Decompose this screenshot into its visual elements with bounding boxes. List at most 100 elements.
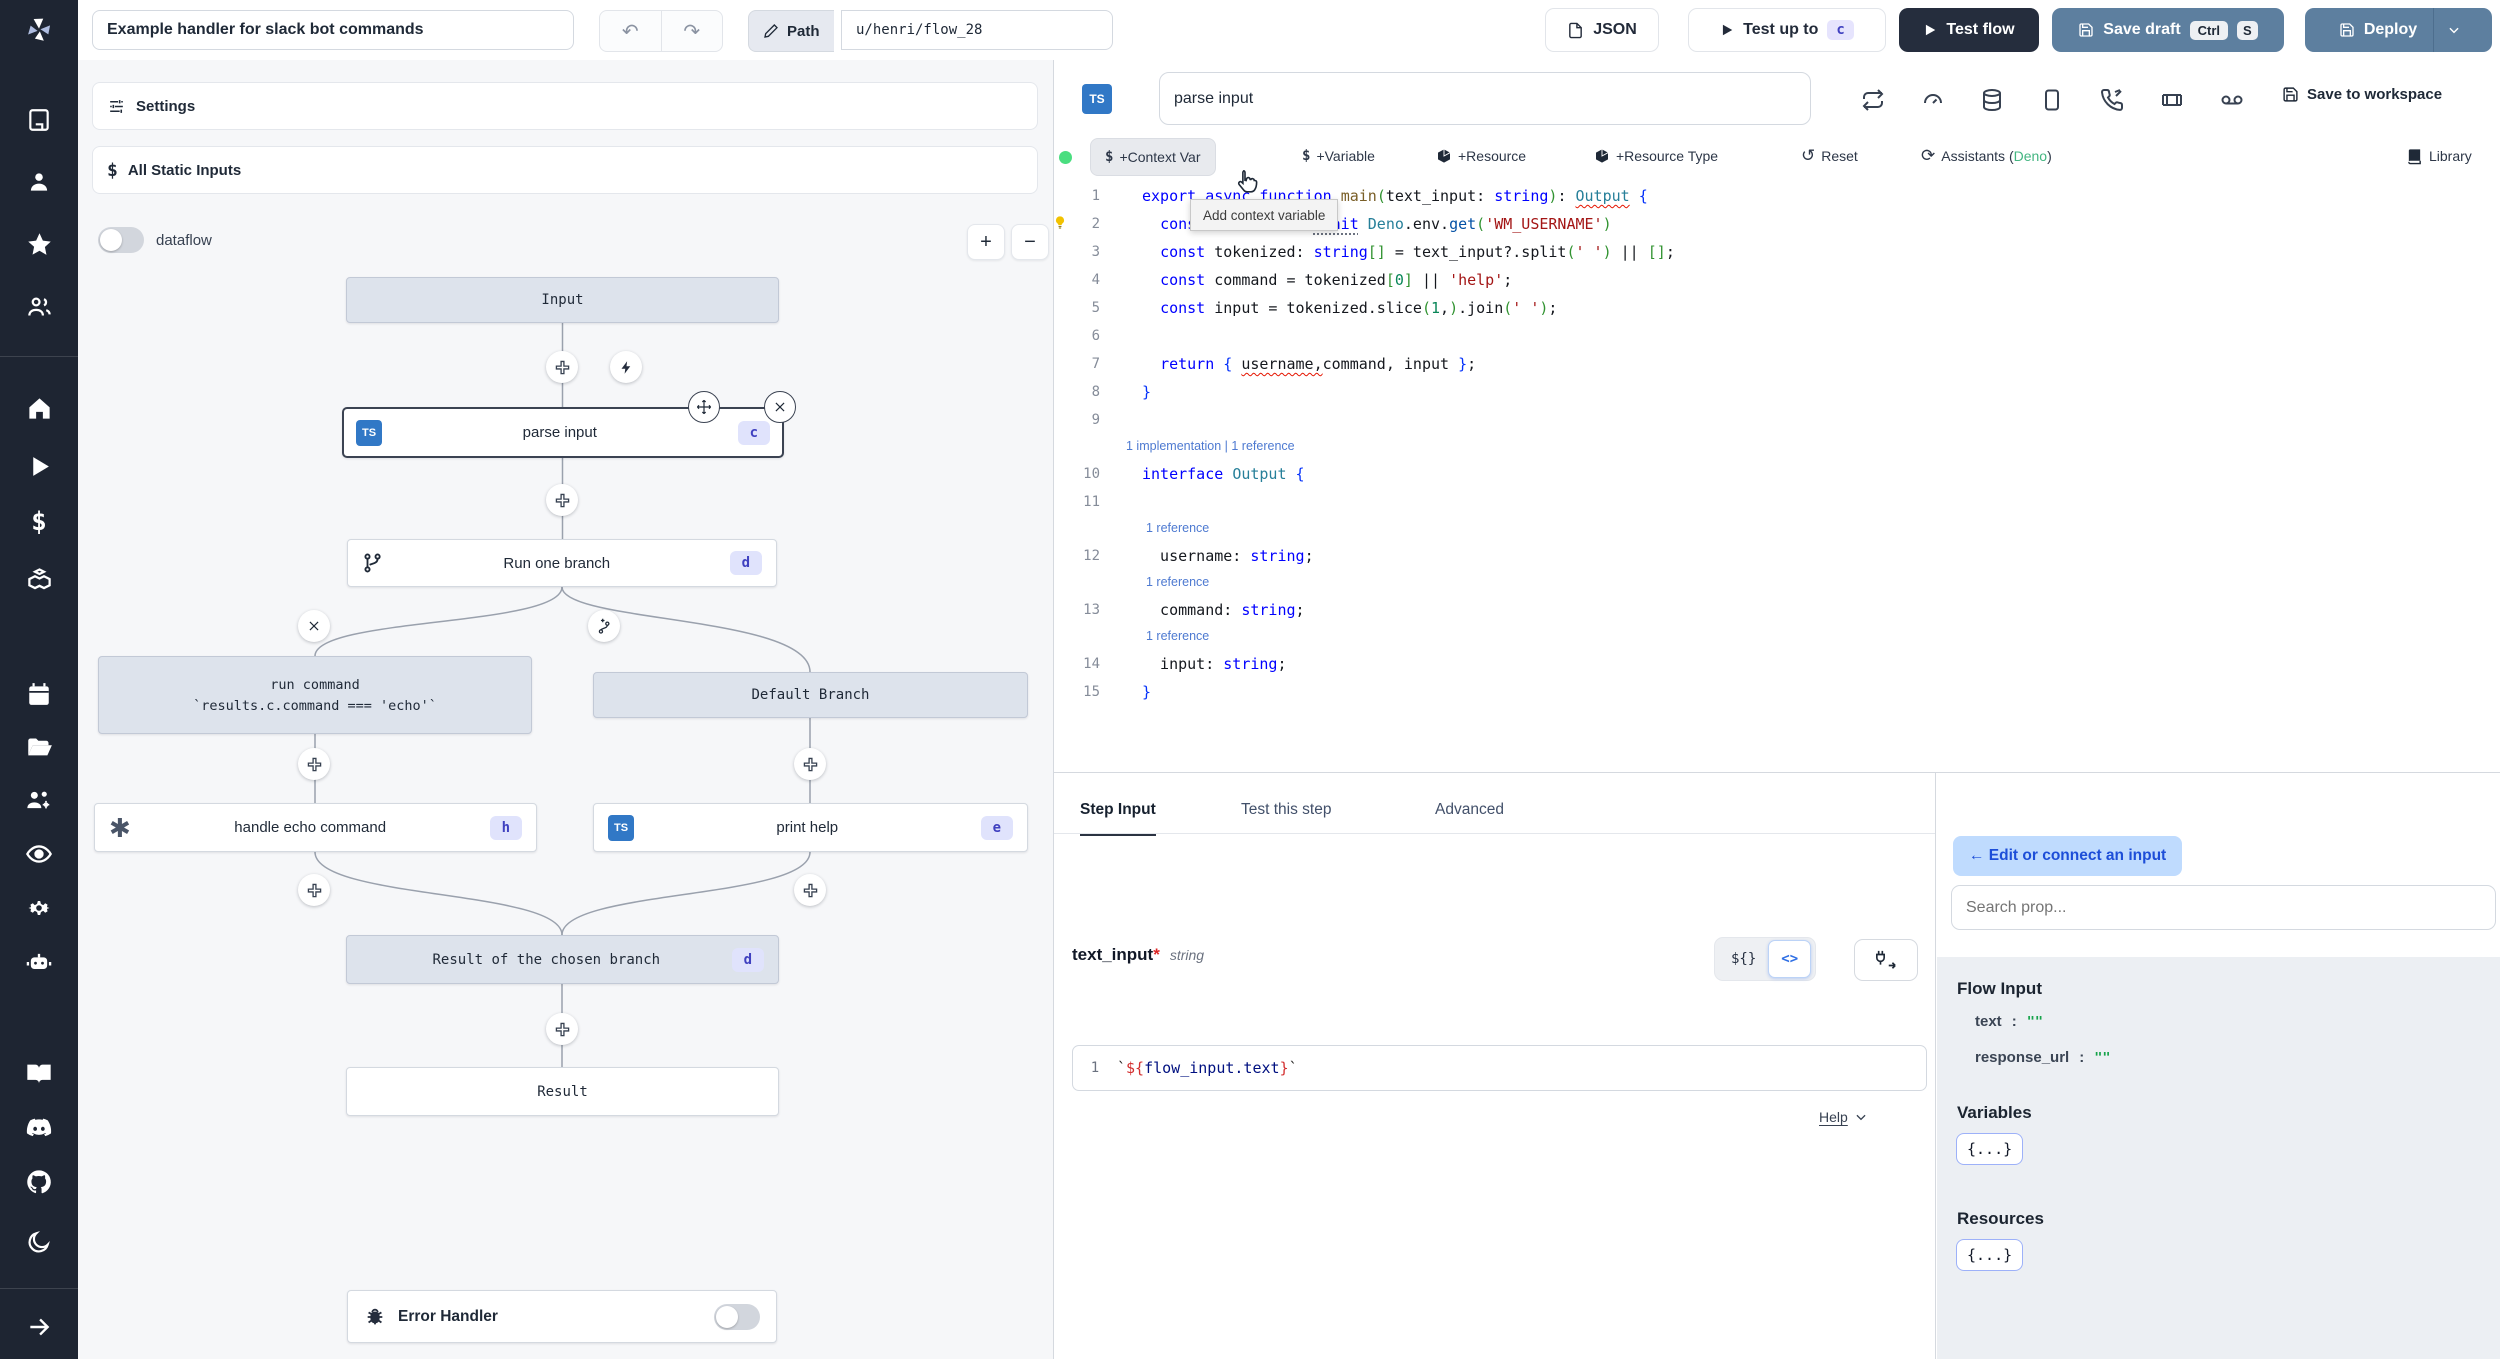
sidebar-item-resources[interactable]: [0, 556, 78, 600]
move-node-button[interactable]: [688, 391, 720, 423]
add-step-button[interactable]: [298, 874, 330, 906]
prop-row-response-url[interactable]: response_url: "": [1975, 1049, 2110, 1066]
lightbulb-icon[interactable]: [1052, 215, 1068, 231]
add-resource-button[interactable]: +Resource: [1436, 138, 1526, 174]
codelens[interactable]: 1 reference: [1054, 516, 2500, 542]
path-input[interactable]: [841, 10, 1113, 50]
sidebar-item-home[interactable]: [0, 386, 78, 430]
zoom-in-button[interactable]: +: [967, 224, 1005, 260]
codelens[interactable]: 1 implementation | 1 reference: [1054, 434, 2500, 460]
sidebar-item-dark-mode[interactable]: [0, 1220, 78, 1264]
node-default-branch[interactable]: Default Branch: [593, 672, 1028, 718]
sidebar-item-variables[interactable]: $: [0, 500, 78, 544]
add-step-button[interactable]: [794, 748, 826, 780]
add-step-button[interactable]: [546, 484, 578, 516]
codelens[interactable]: 1 reference: [1054, 624, 2500, 650]
test-flow-button[interactable]: Test flow: [1899, 8, 2039, 52]
code-editor[interactable]: 1 export async function main(text_input: …: [1054, 182, 2500, 772]
node-branch-result[interactable]: Result of the chosen branch d: [346, 935, 779, 984]
all-static-inputs-button[interactable]: $ All Static Inputs: [92, 146, 1038, 194]
sidebar-item-schedules[interactable]: [0, 672, 78, 716]
phone-incoming-icon[interactable]: [2100, 88, 2124, 112]
deploy-button[interactable]: Deploy: [2323, 8, 2433, 52]
sidebar-item-favorites[interactable]: [0, 222, 78, 266]
code-text: const tokenized: string[] = text_input?.…: [1160, 243, 1675, 261]
voicemail-icon[interactable]: [2220, 88, 2244, 112]
deploy-dropdown-button[interactable]: [2434, 8, 2474, 52]
sidebar-item-audit-logs[interactable]: [0, 832, 78, 876]
sidebar-item-discord[interactable]: [0, 1106, 78, 1150]
edit-or-connect-button[interactable]: ← Edit or connect an input: [1953, 836, 2183, 876]
node-handle-echo-command[interactable]: ✱ handle echo command h: [94, 803, 537, 852]
sidebar-item-github[interactable]: [0, 1160, 78, 1204]
sidebar-item-user[interactable]: [0, 160, 78, 204]
repeat-icon[interactable]: [1861, 88, 1885, 112]
node-run-one-branch[interactable]: Run one branch d: [347, 539, 777, 587]
add-resource-type-button[interactable]: +Resource Type: [1594, 138, 1718, 174]
code-text: }: [1142, 683, 1152, 701]
sidebar-item-settings[interactable]: [0, 886, 78, 930]
add-step-button[interactable]: [794, 874, 826, 906]
node-branch-predicate[interactable]: run command `results.c.command === 'echo…: [98, 656, 532, 734]
line-number: 11: [1083, 494, 1100, 510]
tab-step-input[interactable]: Step Input: [1080, 787, 1156, 836]
sidebar-item-docs[interactable]: [0, 1052, 78, 1096]
node-flow-input[interactable]: Input: [346, 277, 779, 323]
resources-object-button[interactable]: {...}: [1956, 1239, 2024, 1271]
code-mode-button[interactable]: <>: [1768, 940, 1812, 978]
flow-settings-button[interactable]: Settings: [92, 82, 1038, 130]
variables-heading: Variables: [1957, 1103, 2032, 1122]
flow-title-input[interactable]: [92, 10, 574, 50]
redo-button[interactable]: ↷: [661, 11, 722, 51]
sidebar-item-groups[interactable]: [0, 284, 78, 328]
add-branch-button[interactable]: [588, 610, 620, 642]
assistants-button[interactable]: ⟳ Assistants (Deno): [1921, 138, 2052, 174]
add-context-var-button[interactable]: $ +Context Var: [1090, 138, 1216, 176]
variables-object-button[interactable]: {...}: [1956, 1133, 2024, 1165]
json-button[interactable]: JSON: [1545, 8, 1659, 52]
add-step-button[interactable]: [546, 1013, 578, 1045]
tab-advanced[interactable]: Advanced: [1435, 787, 1504, 833]
add-step-button[interactable]: [546, 351, 578, 383]
dataflow-toggle[interactable]: [98, 227, 144, 253]
node-result[interactable]: Result: [346, 1067, 779, 1116]
flow-canvas[interactable]: dataflow + − Input TS parse input c Run …: [78, 203, 1054, 1359]
play-icon: [32, 456, 49, 476]
save-to-workspace-button[interactable]: Save to workspace: [2282, 86, 2442, 103]
undo-button[interactable]: ↶: [600, 11, 661, 51]
step-name-input[interactable]: [1159, 72, 1811, 125]
delete-node-button[interactable]: [764, 391, 796, 423]
help-link[interactable]: Help: [1819, 1109, 1868, 1125]
error-handler-toggle[interactable]: [714, 1303, 760, 1330]
save-draft-button[interactable]: Save draft Ctrl S: [2052, 8, 2284, 52]
connect-input-button[interactable]: [1854, 939, 1918, 981]
reset-button[interactable]: ↺ Reset: [1801, 138, 1858, 174]
zoom-out-button[interactable]: −: [1011, 224, 1049, 260]
tab-test-this-step[interactable]: Test this step: [1241, 787, 1331, 833]
tablet-icon[interactable]: [2040, 88, 2064, 112]
path-chip[interactable]: Path: [748, 10, 834, 52]
gauge-icon[interactable]: [1921, 88, 1945, 112]
error-handler-card[interactable]: Error Handler: [347, 1290, 777, 1343]
sidebar-expand-button[interactable]: [0, 1305, 78, 1349]
sidebar-item-workspace[interactable]: [0, 98, 78, 142]
search-prop-input[interactable]: [1951, 885, 2496, 930]
sidebar-item-runs[interactable]: [0, 444, 78, 488]
windmill-logo[interactable]: [0, 0, 78, 60]
library-button[interactable]: Library: [2406, 138, 2472, 174]
sidebar-item-ai-assistant[interactable]: [0, 940, 78, 984]
add-trigger-button[interactable]: [610, 351, 642, 383]
remove-branch-button[interactable]: [298, 610, 330, 642]
add-variable-button[interactable]: $ +Variable: [1302, 138, 1375, 174]
train-track-icon[interactable]: [2160, 88, 2184, 112]
database-icon[interactable]: [1980, 88, 2004, 112]
sidebar-item-workers[interactable]: [0, 778, 78, 822]
add-step-button[interactable]: [298, 748, 330, 780]
test-up-to-button[interactable]: Test up to c: [1688, 8, 1886, 52]
node-print-help[interactable]: TS print help e: [593, 803, 1028, 852]
codelens[interactable]: 1 reference: [1054, 570, 2500, 596]
template-mode-button[interactable]: ${}: [1719, 941, 1768, 977]
expression-editor[interactable]: 1 `${flow_input.text}`: [1072, 1045, 1927, 1091]
sidebar-item-folders[interactable]: [0, 725, 78, 769]
prop-row-text[interactable]: text: "": [1975, 1013, 2043, 1030]
